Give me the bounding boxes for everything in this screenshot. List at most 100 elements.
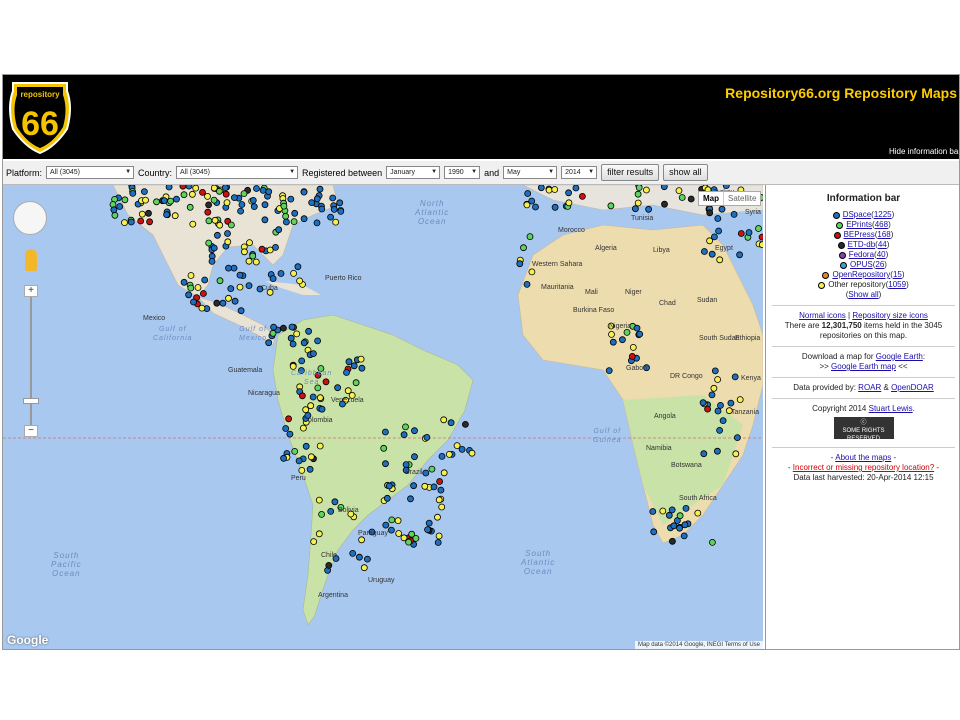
repository-marker[interactable] <box>661 200 668 208</box>
repository-marker[interactable] <box>237 207 245 215</box>
repository-marker[interactable] <box>634 199 642 207</box>
repository-marker[interactable] <box>192 185 200 192</box>
repository-marker[interactable] <box>468 449 476 457</box>
repository-marker[interactable] <box>445 450 453 458</box>
repository-marker[interactable] <box>422 469 430 477</box>
repository-marker[interactable] <box>246 239 253 246</box>
repository-marker[interactable] <box>213 231 221 239</box>
repository66-logo[interactable]: repository 66 <box>5 77 75 155</box>
repository-marker[interactable] <box>526 233 534 240</box>
repository-marker[interactable] <box>714 447 721 455</box>
repository-marker[interactable] <box>173 195 180 203</box>
repository-marker[interactable] <box>198 304 206 312</box>
legend-platform-link[interactable]: OpenRepository <box>832 270 890 280</box>
repository-marker[interactable] <box>145 209 152 217</box>
repository-marker[interactable] <box>382 460 389 468</box>
repository-marker[interactable] <box>732 450 740 458</box>
repository-marker[interactable] <box>121 196 129 204</box>
repository-marker[interactable] <box>428 465 436 473</box>
repository-marker[interactable] <box>230 194 238 202</box>
repository-marker[interactable] <box>270 323 278 331</box>
repository-marker[interactable] <box>287 195 295 203</box>
repository-marker[interactable] <box>755 225 762 232</box>
repository-marker[interactable] <box>700 450 708 458</box>
repository-marker[interactable] <box>682 504 690 512</box>
repository-marker[interactable] <box>660 185 668 191</box>
repository-marker[interactable] <box>294 263 302 271</box>
google-earth-map-link[interactable]: Google Earth map <box>831 362 896 371</box>
repository-marker[interactable] <box>437 486 445 494</box>
repository-marker[interactable] <box>714 376 721 383</box>
repository-marker[interactable] <box>670 522 678 530</box>
repository-marker[interactable] <box>634 190 642 198</box>
repository-marker[interactable] <box>298 392 306 400</box>
repository-marker[interactable] <box>678 194 686 201</box>
repository-marker[interactable] <box>180 278 188 286</box>
repository-marker[interactable] <box>605 367 613 375</box>
repository-marker[interactable] <box>394 517 402 525</box>
incorrect-location-link[interactable]: Incorrect or missing repository location… <box>793 463 934 472</box>
repository-marker[interactable] <box>315 530 323 538</box>
repository-marker[interactable] <box>565 189 572 197</box>
repository-marker[interactable] <box>224 230 231 237</box>
repository-marker[interactable] <box>290 218 298 225</box>
repository-marker[interactable] <box>719 417 727 425</box>
filter-results-button[interactable]: filter results <box>601 164 660 181</box>
repository-marker[interactable] <box>681 521 689 529</box>
repository-marker[interactable] <box>383 494 391 502</box>
repository-marker[interactable] <box>265 188 273 196</box>
repository-marker[interactable] <box>669 537 676 545</box>
repository-marker[interactable] <box>127 218 135 226</box>
repository-marker[interactable] <box>435 496 443 504</box>
repository-marker[interactable] <box>440 469 448 477</box>
repository-marker[interactable] <box>516 260 524 268</box>
repository-marker[interactable] <box>430 483 438 491</box>
repository-marker[interactable] <box>163 211 171 219</box>
repository-marker[interactable] <box>277 270 285 277</box>
repository-marker[interactable] <box>167 197 175 205</box>
repository-marker[interactable] <box>289 340 297 348</box>
repository-marker[interactable] <box>635 185 643 191</box>
repository-marker[interactable] <box>165 185 173 191</box>
to-year-select[interactable]: 2014 <box>561 166 598 179</box>
repository-marker[interactable] <box>665 511 673 519</box>
repository-marker[interactable] <box>424 526 432 534</box>
repository-marker[interactable] <box>331 498 339 506</box>
repository-marker[interactable] <box>650 528 658 536</box>
repository-marker[interactable] <box>282 218 290 226</box>
repository-marker[interactable] <box>701 248 708 255</box>
repository-marker[interactable] <box>716 256 724 264</box>
repository-marker[interactable] <box>709 538 716 546</box>
repository-marker[interactable] <box>300 188 308 196</box>
repository-marker[interactable] <box>300 215 308 223</box>
author-link[interactable]: Stuart Lewis <box>869 404 913 413</box>
repository-marker[interactable] <box>537 185 545 192</box>
repository-marker[interactable] <box>213 299 221 307</box>
repository-map[interactable]: North Atlantic Ocean South Pacific Ocean Sou… <box>3 185 763 649</box>
repository-marker[interactable] <box>259 187 267 194</box>
repository-marker[interactable] <box>252 258 260 266</box>
hide-info-bar-link[interactable]: Hide information bar <box>889 147 959 156</box>
repository-marker[interactable] <box>204 208 212 216</box>
repository-marker[interactable] <box>300 339 308 347</box>
repository-marker[interactable] <box>272 244 279 251</box>
show-all-button[interactable]: show all <box>663 164 708 181</box>
repository-marker[interactable] <box>308 199 316 207</box>
repository-marker[interactable] <box>280 454 288 462</box>
repository-marker[interactable] <box>282 425 290 432</box>
repository-marker[interactable] <box>210 196 218 204</box>
zoom-slider-handle[interactable] <box>23 398 39 404</box>
repository-marker[interactable] <box>711 367 719 375</box>
repository-marker[interactable] <box>189 220 197 228</box>
repository-marker[interactable] <box>302 442 310 450</box>
repository-marker[interactable] <box>302 406 310 414</box>
repository-marker[interactable] <box>609 338 617 346</box>
repository-marker[interactable] <box>121 219 128 226</box>
repository-marker[interactable] <box>528 268 536 276</box>
repository-marker[interactable] <box>572 185 580 192</box>
legend-count-link[interactable]: 26 <box>875 260 884 270</box>
repository-marker[interactable] <box>718 205 726 213</box>
repository-marker[interactable] <box>295 457 303 465</box>
repository-marker[interactable] <box>258 245 266 253</box>
map-type-map-button[interactable]: Map <box>699 192 724 205</box>
